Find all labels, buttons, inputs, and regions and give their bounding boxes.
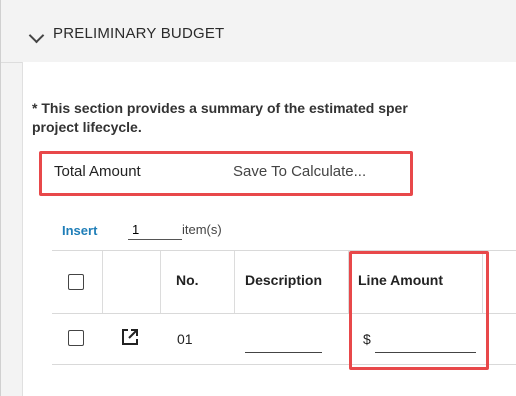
open-external-icon[interactable]	[121, 328, 139, 346]
insert-quantity-input[interactable]	[128, 220, 182, 240]
items-unit-label: item(s)	[182, 222, 222, 237]
section-header[interactable]: PRELIMINARY BUDGET	[1, 0, 516, 63]
description-line-2: project lifecycle.	[32, 119, 142, 135]
description-line-1: * This section provides a summary of the…	[32, 100, 408, 116]
column-divider	[160, 251, 161, 313]
column-divider	[102, 251, 103, 313]
column-header-description-label: Description	[245, 272, 323, 288]
line-amount-highlight	[349, 251, 489, 370]
column-header-no-label: No.	[176, 272, 199, 288]
select-all-checkbox[interactable]	[68, 274, 84, 290]
row-number: 01	[177, 331, 193, 347]
section-description: * This section provides a summary of the…	[32, 99, 516, 137]
row-select-checkbox[interactable]	[68, 330, 84, 346]
chevron-down-icon[interactable]	[28, 27, 45, 44]
column-divider	[234, 251, 235, 313]
insert-toolbar: Insert item(s)	[52, 212, 516, 250]
insert-link[interactable]: Insert	[62, 223, 97, 238]
description-input[interactable]	[245, 330, 322, 353]
section-title: PRELIMINARY BUDGET	[53, 25, 225, 42]
total-amount-highlight	[39, 151, 413, 196]
